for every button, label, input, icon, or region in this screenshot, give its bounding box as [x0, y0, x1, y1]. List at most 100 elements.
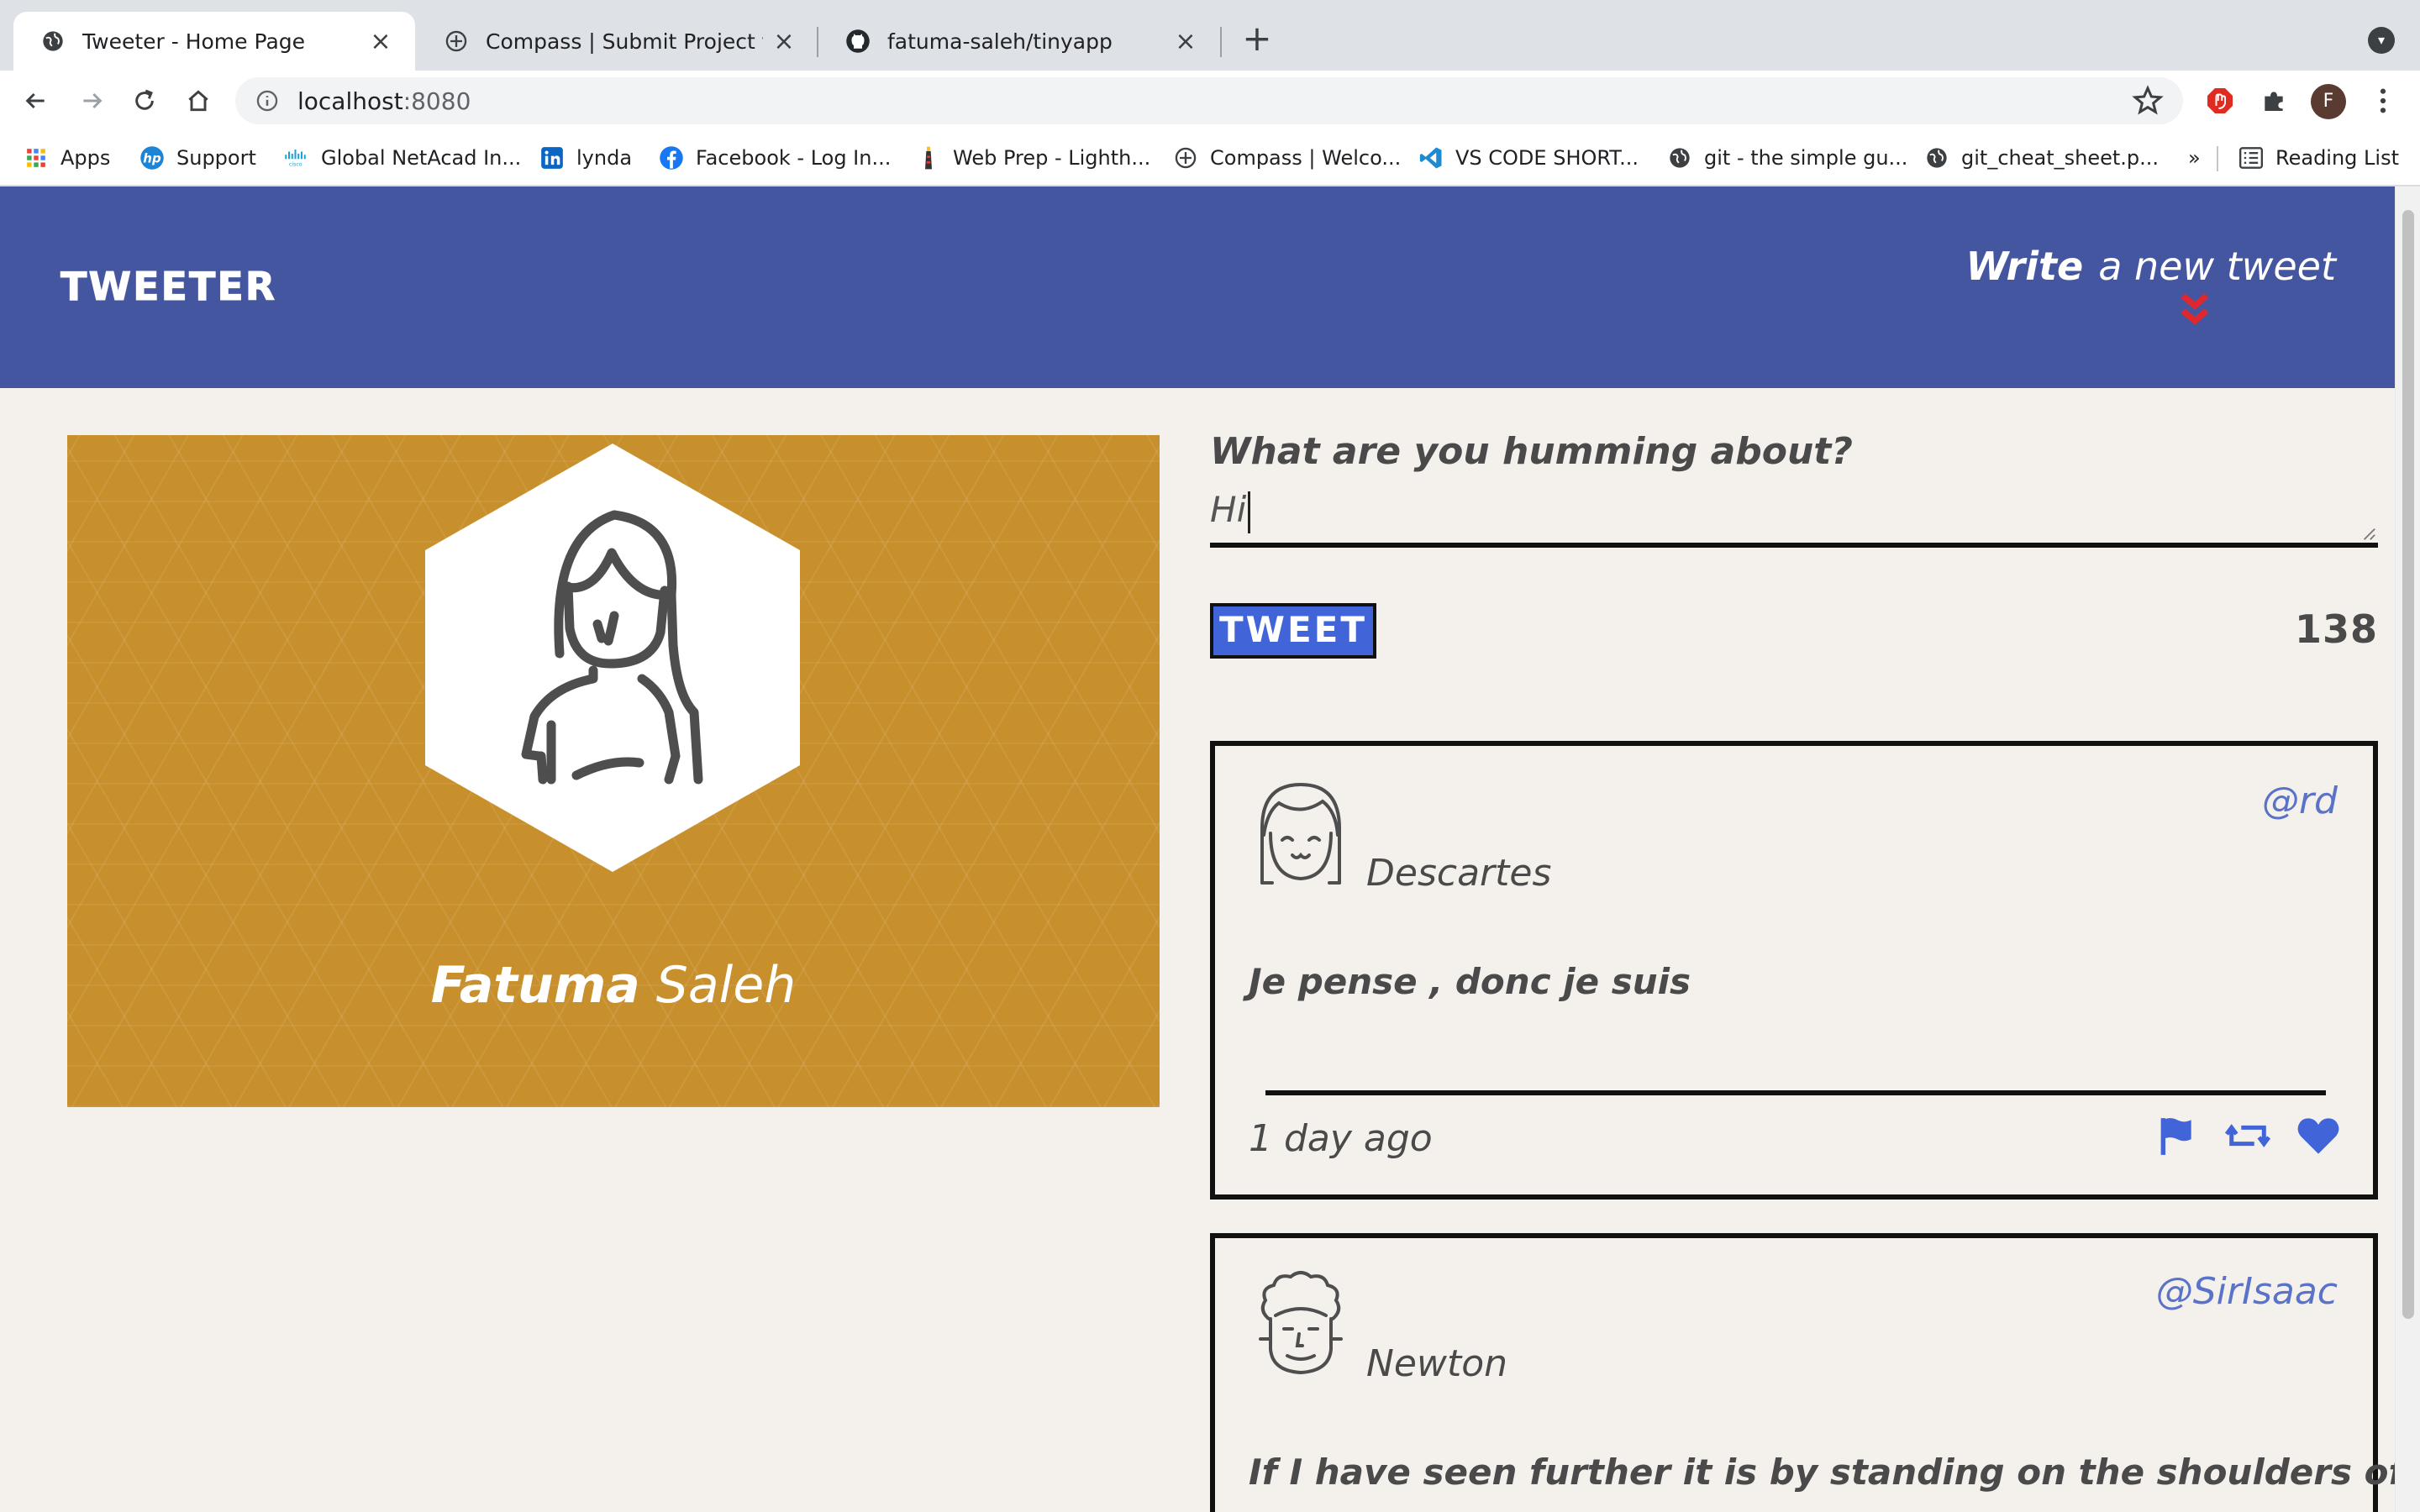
hp-icon: hp	[139, 145, 165, 171]
compose-bold-label: Write	[1965, 244, 2084, 289]
bookmark-star-icon[interactable]	[2131, 84, 2165, 118]
tweet-textarea[interactable]: Hi	[1210, 484, 2378, 548]
bookmark-label: Facebook - Log In...	[696, 146, 892, 170]
double-chevron-down-icon[interactable]	[2178, 292, 2212, 329]
adblock-icon[interactable]	[2202, 82, 2238, 119]
globe-icon	[1667, 145, 1692, 171]
reload-button[interactable]	[126, 82, 163, 119]
bookmark-web-prep[interactable]: Web Prep - Lighth...	[916, 141, 1150, 175]
text-caret	[1248, 491, 1251, 533]
bookmark-label: VS CODE SHORT...	[1455, 146, 1639, 170]
new-tab-button[interactable]: +	[1239, 21, 1276, 59]
bookmark-facebook[interactable]: Facebook - Log In...	[659, 141, 891, 175]
tweet-author-name: Descartes	[1366, 852, 1552, 895]
back-button[interactable]	[17, 82, 54, 119]
tweet-text: Je pense , donc je suis	[1249, 961, 1691, 1002]
bookmark-vscode[interactable]: VS CODE SHORT...	[1418, 141, 1639, 175]
browser-toolbar: localhost:8080 F	[0, 71, 2420, 131]
compass-icon	[1173, 145, 1198, 171]
flag-icon[interactable]	[2154, 1116, 2200, 1156]
home-button[interactable]	[180, 82, 217, 119]
tweet-actions	[2154, 1116, 2341, 1156]
compass-icon	[444, 29, 469, 54]
bookmark-lynda[interactable]: lynda	[539, 141, 632, 175]
tweet-prompt-label: What are you humming about?	[1210, 430, 1853, 473]
svg-text:cisco: cisco	[289, 161, 302, 167]
reading-list-icon	[2238, 145, 2264, 171]
tab-title: fatuma-saleh/tinyapp	[887, 29, 1113, 54]
bookmark-label: git_cheat_sheet.p...	[1961, 146, 2160, 170]
bookmark-label: Web Prep - Lighth...	[953, 146, 1151, 170]
tab-compass[interactable]: Compass | Submit Project for E ×	[417, 12, 818, 71]
bookmark-label: Support	[176, 146, 256, 170]
bookmark-netacad[interactable]: cisco Global NetAcad In...	[284, 141, 521, 175]
write-tweet-toggle[interactable]: Write a new tweet	[1966, 244, 2337, 289]
bookmark-label: Apps	[60, 146, 111, 170]
lighthouse-icon	[916, 145, 941, 171]
tab-tweeter-home[interactable]: Tweeter - Home Page ×	[13, 12, 415, 71]
tweet-card: Newton @SirIsaac If I have seen further …	[1210, 1233, 2395, 1512]
scrollbar-thumb[interactable]	[2402, 210, 2414, 1319]
bookmark-compass[interactable]: Compass | Welco...	[1173, 141, 1401, 175]
brand-logo[interactable]: TWEETER	[60, 264, 276, 310]
kebab-menu-icon[interactable]	[2365, 82, 2402, 119]
close-icon[interactable]: ×	[368, 27, 393, 56]
tweet-author-name: Newton	[1366, 1342, 1508, 1385]
arrow-right-icon	[83, 92, 103, 109]
tab-title: Tweeter - Home Page	[82, 29, 306, 54]
reading-list-button[interactable]: Reading List	[2238, 141, 2399, 175]
tab-github[interactable]: fatuma-saleh/tinyapp ×	[818, 12, 1220, 71]
vscode-icon	[1418, 145, 1444, 171]
facebook-icon	[659, 145, 684, 171]
bookmark-git-cheat-sheet[interactable]: git_cheat_sheet.p...	[1924, 141, 2159, 175]
bookmark-apps[interactable]: Apps	[24, 141, 110, 175]
tweet-author-handle[interactable]: @SirIsaac	[2156, 1270, 2338, 1313]
bookmark-label: Compass | Welco...	[1210, 146, 1402, 170]
user-profile-card: Fatuma Saleh	[67, 435, 1160, 1107]
tweet-timestamp: 1 day ago	[1249, 1117, 1433, 1160]
profile-avatar[interactable]: F	[2311, 84, 2346, 119]
bookmark-label: git - the simple gu...	[1704, 146, 1908, 170]
globe-icon	[1924, 145, 1949, 171]
tweet-card: Descartes @rd Je pense , donc je suis 1 …	[1210, 741, 2378, 1200]
reading-list-label: Reading List	[2275, 146, 2399, 170]
close-icon[interactable]: ×	[1173, 27, 1198, 56]
github-icon	[845, 29, 871, 54]
heart-icon[interactable]	[2296, 1116, 2341, 1156]
char-counter: 138	[2294, 606, 2378, 652]
tweet-submit-button[interactable]: TWEET	[1210, 603, 1376, 659]
apps-grid-icon	[24, 145, 49, 171]
bookmark-git-guide[interactable]: git - the simple gu...	[1667, 141, 1907, 175]
forward-button[interactable]	[74, 82, 111, 119]
tweet-author-handle[interactable]: @rd	[2262, 780, 2338, 822]
tab-separator	[1220, 27, 1222, 57]
url-text: localhost:8080	[297, 87, 471, 115]
address-bar[interactable]: localhost:8080	[235, 77, 2183, 124]
cisco-icon: cisco	[284, 145, 309, 171]
bookmark-label: lynda	[576, 146, 633, 170]
tweet-text: If I have seen further it is by standing…	[1249, 1452, 2395, 1493]
arrow-left-icon	[25, 92, 45, 109]
descartes-avatar-icon	[1260, 782, 1341, 885]
resize-handle-icon[interactable]	[2361, 526, 2376, 541]
globe-icon	[40, 29, 66, 54]
svg-text:hp: hp	[143, 151, 161, 166]
retweet-icon[interactable]	[2225, 1116, 2270, 1156]
home-icon	[188, 90, 208, 112]
compose-label: a new tweet	[2098, 244, 2336, 289]
linkedin-icon	[539, 145, 565, 171]
bookmarks-bar: Apps hp Support cisco Global NetAcad In.…	[0, 131, 2420, 186]
info-icon[interactable]	[255, 89, 279, 113]
top-nav: TWEETER Write a new tweet	[0, 186, 2395, 388]
bookmark-label: Global NetAcad In...	[321, 146, 522, 170]
reload-icon	[135, 89, 154, 110]
tab-search-button[interactable]: ▾	[2368, 27, 2395, 54]
bookmark-support[interactable]: hp Support	[139, 141, 256, 175]
extensions-puzzle-icon[interactable]	[2255, 82, 2292, 119]
new-tweet-form: What are you humming about? Hi TWEET 138	[1210, 430, 2378, 659]
newton-avatar-icon	[1259, 1271, 1343, 1375]
page-scrollbar[interactable]	[2395, 186, 2420, 1512]
profile-user-name: Fatuma Saleh	[430, 956, 797, 1015]
close-icon[interactable]: ×	[771, 27, 797, 56]
bookmarks-overflow-button[interactable]: »	[2188, 141, 2201, 175]
